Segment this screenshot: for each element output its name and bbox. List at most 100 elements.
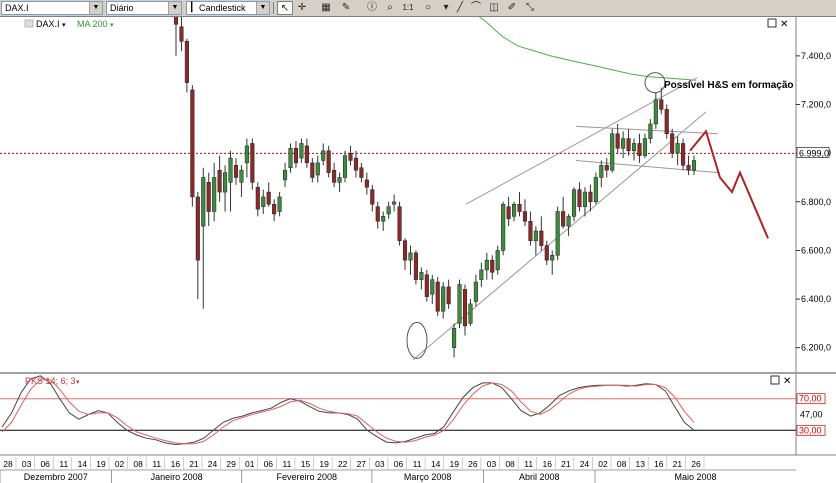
candle-body xyxy=(691,160,697,171)
line-icon[interactable]: ╱ xyxy=(452,1,468,15)
candle-body xyxy=(484,259,489,271)
price-tick-label: 7.200,0 xyxy=(801,100,831,110)
candle-body xyxy=(468,303,473,324)
candle-body xyxy=(419,272,424,280)
candle-body xyxy=(195,196,200,261)
chevron-down-icon: ▼ xyxy=(256,2,269,14)
candle-body xyxy=(272,203,277,215)
candle-body xyxy=(364,179,369,188)
date-tick-label: 22 xyxy=(338,459,348,469)
maximize-icon[interactable] xyxy=(767,18,777,28)
date-tick-label: 11 xyxy=(524,459,533,469)
date-tick-label: 28 xyxy=(3,459,13,469)
price-tick-label: 6.600,0 xyxy=(801,245,831,255)
close-icon[interactable]: ✕ xyxy=(783,376,791,387)
candle-body xyxy=(653,99,658,125)
date-tick-label: 08 xyxy=(617,459,627,469)
candle-body xyxy=(255,186,260,210)
maximize-icon[interactable] xyxy=(770,375,780,385)
grid-icon[interactable]: ▦ xyxy=(318,1,334,15)
draw-icon[interactable]: ✐ xyxy=(504,1,520,15)
overbought-label: 70,00 xyxy=(799,394,822,404)
date-tick-label: 08 xyxy=(133,459,143,469)
candle-body xyxy=(506,206,511,220)
chart-area[interactable]: 6.200,06.400,06.600,06.800,07.000,07.200… xyxy=(0,17,836,483)
price-tick-label: 6.800,0 xyxy=(801,197,831,207)
candle-body xyxy=(664,109,669,134)
candle-body xyxy=(615,133,620,149)
candle xyxy=(555,206,560,261)
candle-body xyxy=(212,177,217,212)
date-tick-label: 16 xyxy=(654,459,664,469)
close-icon[interactable]: ✕ xyxy=(780,19,788,30)
candle-body xyxy=(277,196,282,212)
candle-body xyxy=(637,143,642,156)
date-tick-label: 06 xyxy=(40,459,50,469)
candle xyxy=(664,104,669,139)
candle-body xyxy=(631,143,637,151)
candle-body xyxy=(610,133,615,171)
ellipse-icon[interactable]: ○ xyxy=(420,1,436,15)
date-tick-label: 21 xyxy=(189,459,199,469)
date-tick-label: 14 xyxy=(78,459,88,469)
candle-body xyxy=(321,150,326,161)
chevron-down-icon: ▼ xyxy=(89,2,102,14)
candle-body xyxy=(441,286,446,312)
candle-body xyxy=(457,284,462,324)
candle xyxy=(413,250,418,285)
candle-body xyxy=(430,279,435,295)
candle xyxy=(681,138,686,171)
candle-body xyxy=(528,220,533,241)
candle-body xyxy=(462,289,468,327)
candle-body xyxy=(452,327,457,348)
candle-body xyxy=(446,286,451,305)
month-label: Março 2008 xyxy=(404,472,452,482)
candle-body xyxy=(435,281,440,312)
symbol-dropdown[interactable]: DAX.I ▼ xyxy=(1,1,103,15)
month-label: Maio 2008 xyxy=(674,472,716,482)
date-tick-label: 08 xyxy=(505,459,515,469)
stochastic-title: PKS 14; 6; 3 xyxy=(25,376,76,386)
period-dropdown[interactable]: Diário ▼ xyxy=(106,1,182,15)
candle-body xyxy=(599,165,604,178)
candle-body xyxy=(512,203,517,217)
one-to-one-icon[interactable]: 1:1 xyxy=(400,1,416,15)
candle-body xyxy=(555,211,560,256)
crosshair-icon[interactable]: ✛ xyxy=(294,1,310,15)
month-label: Dezembro 2007 xyxy=(24,472,88,482)
candle-body xyxy=(681,143,686,166)
candle-body xyxy=(261,196,266,207)
arrows-icon[interactable]: ⤡ xyxy=(522,1,538,15)
eraser-icon[interactable]: ◫ xyxy=(486,1,502,15)
oversold-label: 30,00 xyxy=(799,425,822,435)
price-tick-label: 7.400,0 xyxy=(801,51,831,61)
candle-body xyxy=(359,167,364,178)
date-tick-label: 03 xyxy=(487,459,497,469)
candle-body xyxy=(206,182,211,212)
candle-body xyxy=(501,203,506,251)
date-tick-label: 21 xyxy=(673,459,683,469)
candle-body xyxy=(315,162,320,176)
candle-body xyxy=(326,150,331,173)
chevron-down-icon: ▼ xyxy=(168,2,181,14)
zoom-icon[interactable]: ⌕ xyxy=(382,1,398,15)
candle-body xyxy=(190,89,195,198)
date-tick-label: 11 xyxy=(59,459,68,469)
pencil-icon[interactable]: ✎ xyxy=(338,1,354,15)
info-icon[interactable]: ⓘ xyxy=(364,1,380,15)
brush-icon[interactable]: ⌒ xyxy=(468,1,484,15)
cursor-arrow-icon[interactable]: ↖ xyxy=(277,1,293,15)
date-tick-label: 19 xyxy=(319,459,329,469)
candle xyxy=(190,85,195,207)
candle-body xyxy=(381,216,386,222)
candle-body xyxy=(550,255,555,261)
date-tick-label: 03 xyxy=(22,459,32,469)
date-tick-label: 26 xyxy=(691,459,701,469)
toolbar-separator xyxy=(273,2,274,14)
date-tick-label: 11 xyxy=(283,459,292,469)
date-tick-label: 01 xyxy=(245,459,255,469)
candle-body xyxy=(402,240,408,261)
candle-body xyxy=(626,138,631,151)
chart-style-dropdown[interactable]: Candlestick ┃ ▼ xyxy=(186,1,270,15)
candle-body xyxy=(293,148,299,164)
